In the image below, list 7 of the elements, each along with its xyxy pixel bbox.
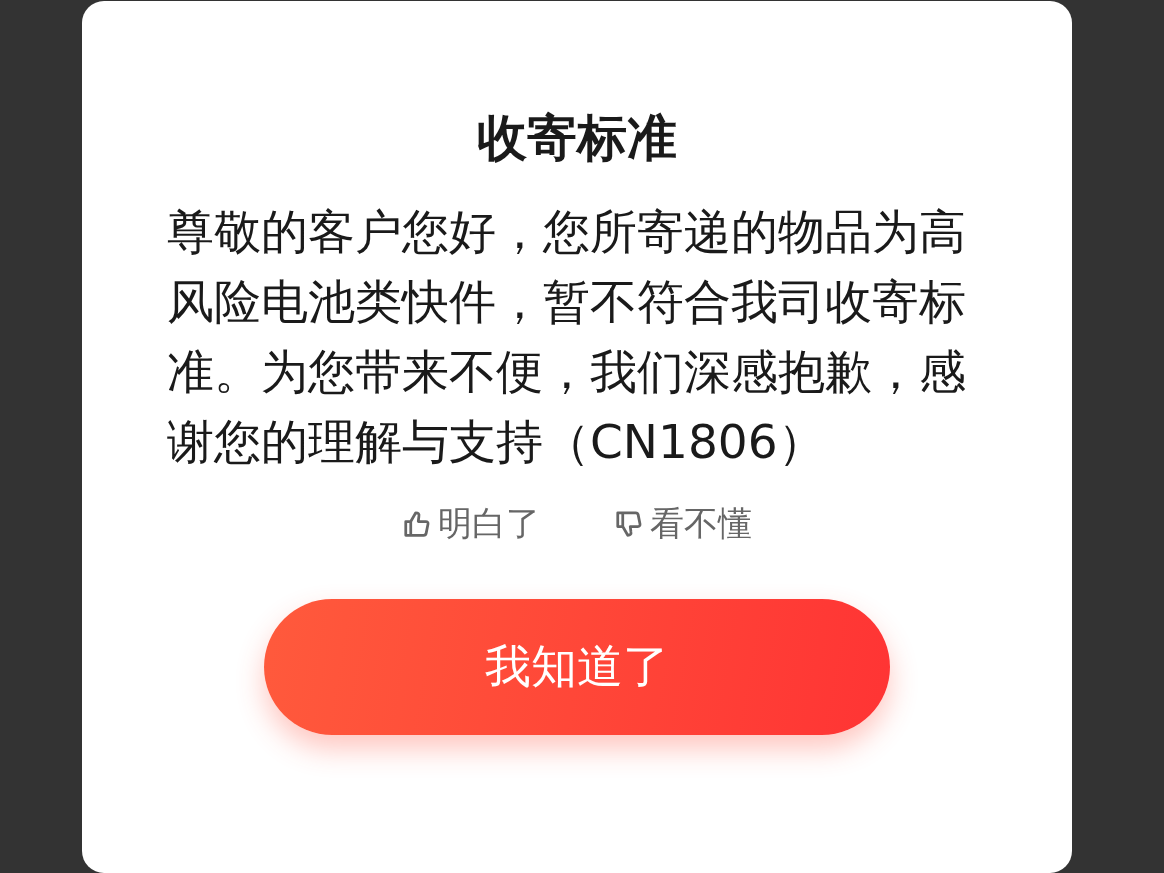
acknowledge-button[interactable]: 我知道了 — [264, 599, 890, 735]
unclear-button[interactable]: 看不懂 — [614, 501, 752, 547]
dialog-message: 尊敬的客户您好，您所寄递的物品为高风险电池类快件，暂不符合我司收寄标准。为您带来不便，我们深感抱歉，感谢您的理解与支持（CN1806） — [167, 203, 967, 471]
thumbs-up-icon — [402, 509, 432, 539]
thumbs-down-icon — [614, 509, 644, 539]
dialog-title: 收寄标准 — [477, 108, 677, 169]
understood-button[interactable]: 明白了 — [402, 501, 540, 547]
